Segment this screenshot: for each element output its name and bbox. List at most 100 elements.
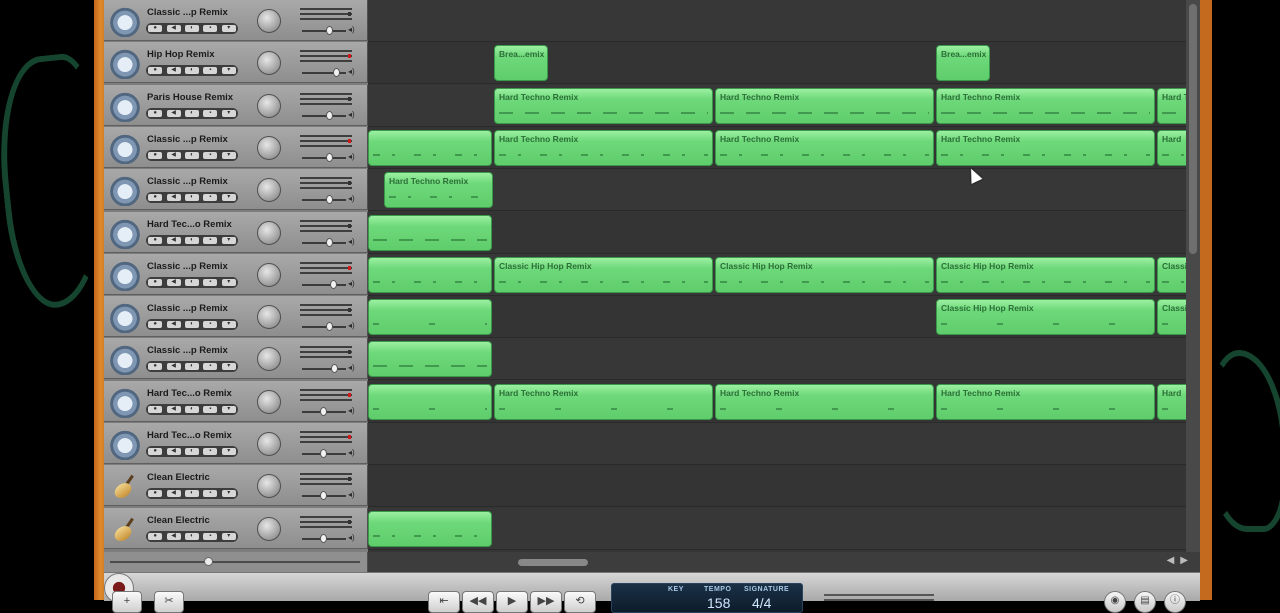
mute-button[interactable]: ◀ bbox=[166, 67, 181, 75]
volume-slider-knob[interactable] bbox=[330, 364, 338, 374]
pan-knob[interactable] bbox=[257, 93, 281, 118]
track-name[interactable]: Hard Tec...o Remix bbox=[147, 219, 232, 230]
solo-button[interactable]: ◐ bbox=[184, 278, 199, 286]
solo-button[interactable]: ◐ bbox=[184, 532, 199, 540]
track-header[interactable]: Clean Electric ● ◀ ◐ ▪ ▾ ◂) bbox=[104, 507, 368, 549]
audio-region[interactable]: Hard Techno Remix bbox=[494, 129, 713, 166]
track-name[interactable]: Hard Tec...o Remix bbox=[147, 388, 232, 399]
record-enable-button[interactable]: ● bbox=[148, 67, 163, 75]
solo-button[interactable]: ◐ bbox=[184, 109, 199, 117]
vertical-scroll-thumb[interactable] bbox=[1189, 4, 1197, 254]
zoom-slider-knob[interactable] bbox=[204, 557, 213, 566]
volume-slider-knob[interactable] bbox=[333, 68, 341, 78]
expand-button[interactable]: ▾ bbox=[221, 405, 236, 413]
expand-button[interactable]: ▾ bbox=[221, 67, 236, 75]
add-track-button[interactable]: + bbox=[112, 591, 142, 613]
track-header[interactable]: Hard Tec...o Remix ● ◀ ◐ ▪ ▾ ◂) bbox=[104, 423, 368, 464]
fast-forward-button[interactable]: ▶▶ bbox=[530, 591, 562, 613]
track-lane[interactable] bbox=[368, 0, 1186, 42]
audio-region[interactable]: Hard Techno Remix bbox=[715, 383, 934, 420]
volume-slider-knob[interactable] bbox=[326, 26, 334, 35]
pan-knob[interactable] bbox=[257, 474, 281, 499]
audio-region[interactable]: Hard Techno Remix bbox=[936, 383, 1155, 420]
track-name[interactable]: Classic ...p Remix bbox=[147, 134, 228, 145]
record-enable-button[interactable]: ● bbox=[148, 321, 163, 329]
mute-button[interactable]: ◀ bbox=[166, 321, 181, 329]
track-header[interactable]: Classic ...p Remix ● ◀ ◐ ▪ ▾ ◂) bbox=[104, 296, 368, 338]
track-name[interactable]: Paris House Remix bbox=[147, 92, 233, 103]
expand-button[interactable]: ▾ bbox=[221, 448, 236, 455]
volume-slider-knob[interactable] bbox=[326, 322, 334, 332]
pan-knob[interactable] bbox=[257, 516, 281, 541]
record-enable-button[interactable]: ● bbox=[148, 363, 163, 371]
record-enable-button[interactable]: ● bbox=[148, 151, 163, 159]
pan-knob[interactable] bbox=[257, 178, 281, 203]
record-enable-button[interactable]: ● bbox=[148, 25, 163, 32]
record-enable-button[interactable]: ● bbox=[148, 532, 163, 540]
expand-button[interactable]: ▾ bbox=[221, 363, 236, 371]
solo-button[interactable]: ◐ bbox=[184, 448, 199, 455]
audio-region[interactable] bbox=[368, 510, 492, 547]
lock-button[interactable]: ▪ bbox=[203, 151, 218, 159]
pan-knob[interactable] bbox=[257, 389, 281, 414]
record-enable-button[interactable]: ● bbox=[148, 278, 163, 286]
track-volume-slider[interactable] bbox=[302, 406, 346, 416]
track-header[interactable]: Classic ...p Remix ● ◀ ◐ ▪ ▾ ◂) bbox=[104, 126, 368, 168]
lock-button[interactable]: ▪ bbox=[203, 363, 218, 371]
solo-button[interactable]: ◐ bbox=[184, 151, 199, 159]
record-enable-button[interactable]: ● bbox=[148, 490, 163, 498]
audio-region[interactable]: Brea...emix bbox=[494, 45, 548, 82]
track-header[interactable]: Classic ...p Remix ● ◀ ◐ ▪ ▾ ◂) bbox=[104, 0, 368, 41]
track-name[interactable]: Classic ...p Remix bbox=[147, 345, 228, 356]
vertical-scrollbar[interactable] bbox=[1186, 0, 1200, 552]
volume-slider-knob[interactable] bbox=[326, 237, 334, 247]
audio-region[interactable]: Classic Hip Hop Remix bbox=[936, 299, 1155, 336]
track-name[interactable]: Classic ...p Remix bbox=[147, 7, 228, 18]
volume-slider-knob[interactable] bbox=[320, 406, 328, 416]
lcd-display[interactable]: KEY TEMPO SIGNATURE 158 4/4 bbox=[611, 583, 803, 613]
track-name[interactable]: Clean Electric bbox=[147, 515, 210, 526]
volume-slider-knob[interactable] bbox=[326, 152, 334, 162]
lock-button[interactable]: ▪ bbox=[203, 278, 218, 286]
lock-button[interactable]: ▪ bbox=[203, 405, 218, 413]
track-header[interactable]: Classic ...p Remix ● ◀ ◐ ▪ ▾ ◂) bbox=[104, 338, 368, 380]
expand-button[interactable]: ▾ bbox=[221, 490, 236, 498]
lock-button[interactable]: ▪ bbox=[203, 236, 218, 244]
record-enable-button[interactable]: ● bbox=[148, 405, 163, 413]
expand-button[interactable]: ▾ bbox=[221, 236, 236, 244]
lock-button[interactable]: ▪ bbox=[203, 321, 218, 329]
track-header[interactable]: Hard Tec...o Remix ● ◀ ◐ ▪ ▾ ◂) bbox=[104, 380, 368, 422]
mute-button[interactable]: ◀ bbox=[166, 194, 181, 202]
track-name[interactable]: Classic ...p Remix bbox=[147, 261, 228, 272]
rewind-button[interactable]: ◀◀ bbox=[462, 591, 494, 613]
audio-region[interactable] bbox=[368, 214, 492, 251]
audio-region[interactable]: Hard Techno Remix bbox=[936, 87, 1155, 124]
zoom-slider[interactable] bbox=[110, 557, 360, 566]
mute-button[interactable]: ◀ bbox=[166, 490, 181, 498]
track-name[interactable]: Hip Hop Remix bbox=[147, 49, 215, 60]
lock-button[interactable]: ▪ bbox=[203, 25, 218, 32]
track-lane[interactable] bbox=[368, 465, 1186, 508]
solo-button[interactable]: ◐ bbox=[184, 405, 199, 413]
audio-region[interactable]: Hard Techno Remix bbox=[384, 172, 493, 209]
track-volume-slider[interactable] bbox=[302, 237, 346, 247]
lock-button[interactable]: ▪ bbox=[203, 67, 218, 75]
audio-region[interactable]: Classic bbox=[1157, 256, 1186, 293]
expand-button[interactable]: ▾ bbox=[221, 321, 236, 329]
expand-button[interactable]: ▾ bbox=[221, 151, 236, 159]
solo-button[interactable]: ◐ bbox=[184, 363, 199, 371]
audio-region[interactable]: Hard T bbox=[1157, 87, 1186, 124]
solo-button[interactable]: ◐ bbox=[184, 490, 199, 498]
mute-button[interactable]: ◀ bbox=[166, 405, 181, 413]
audio-region[interactable]: Hard Techno Remix bbox=[715, 129, 934, 166]
mute-button[interactable]: ◀ bbox=[166, 25, 181, 32]
volume-slider-knob[interactable] bbox=[326, 110, 334, 120]
solo-button[interactable]: ◐ bbox=[184, 25, 199, 32]
play-button[interactable]: ▶ bbox=[496, 591, 528, 613]
track-volume-slider[interactable] bbox=[302, 195, 346, 205]
track-name[interactable]: Hard Tec...o Remix bbox=[147, 430, 232, 441]
audio-region[interactable] bbox=[368, 299, 492, 336]
track-volume-slider[interactable] bbox=[302, 26, 346, 35]
track-volume-slider[interactable] bbox=[302, 449, 346, 458]
expand-button[interactable]: ▾ bbox=[221, 278, 236, 286]
